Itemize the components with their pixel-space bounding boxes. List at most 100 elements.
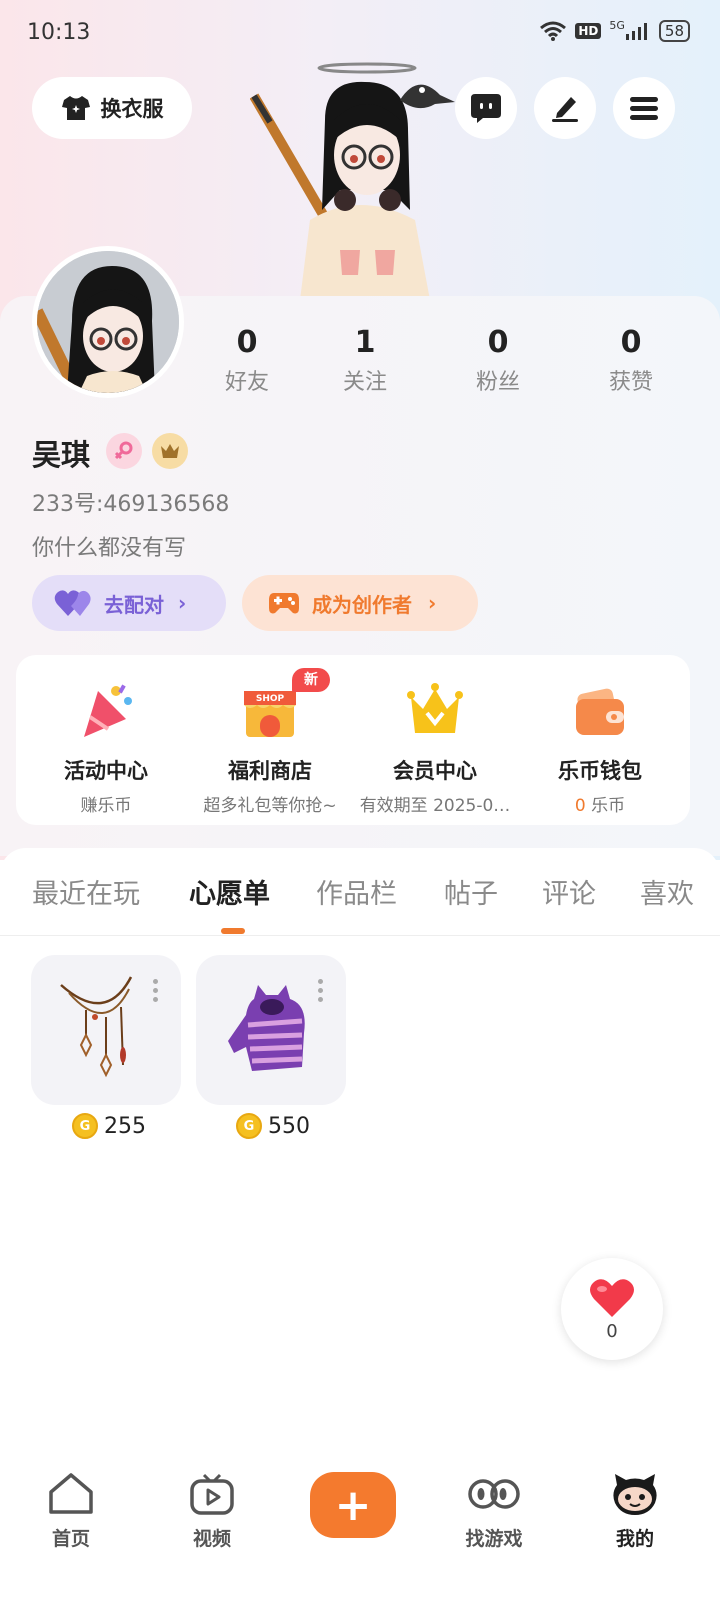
wallet-balance: 0 — [574, 796, 586, 816]
like-count: 0 — [606, 1320, 618, 1342]
user-bio[interactable]: 你什么都没有写 — [32, 530, 186, 562]
become-creator-button[interactable]: 成为创作者 › — [242, 575, 478, 631]
stat-fans-count: 0 — [487, 325, 509, 360]
username: 吴琪 — [32, 438, 91, 472]
tab-recently-played[interactable]: 最近在玩 — [32, 872, 140, 911]
price-value: 550 — [268, 1113, 310, 1139]
mascot-icon — [613, 1474, 657, 1515]
stat-friends-label: 好友 — [224, 370, 269, 395]
tab-comments[interactable]: 评论 — [542, 872, 596, 911]
network-label: 5G — [609, 18, 625, 32]
avatar-image — [37, 251, 179, 393]
coin-icon: G — [72, 1113, 98, 1139]
stat-fans[interactable]: 0 粉丝 — [453, 325, 543, 396]
chevron-right-icon: › — [178, 591, 187, 615]
nav-video-label: 视频 — [192, 1528, 231, 1550]
wishlist-item-hoodie[interactable] — [196, 955, 346, 1105]
change-outfit-label: 换衣服 — [100, 97, 164, 121]
user-id: 233号:469136568 — [32, 492, 230, 517]
more-options-icon[interactable] — [153, 979, 159, 1006]
feature-shop-title: 福利商店 — [228, 759, 312, 783]
stat-fans-label: 粉丝 — [475, 370, 520, 395]
nav-home[interactable]: 首页 — [21, 1470, 121, 1551]
tab-works[interactable]: 作品栏 — [316, 872, 397, 911]
menu-button[interactable] — [613, 77, 675, 139]
pen-icon — [552, 97, 578, 122]
feature-shop-sub: 超多礼包等你抢~ — [203, 796, 337, 816]
crown-icon[interactable] — [152, 433, 188, 469]
stat-likes-count: 0 — [620, 325, 642, 360]
wallet-icon — [570, 681, 630, 741]
stat-likes[interactable]: 0 获赞 — [586, 325, 676, 396]
wallet-unit: 乐币 — [591, 796, 626, 816]
feature-member-title: 会员中心 — [393, 759, 477, 783]
nav-mine-label: 我的 — [615, 1528, 654, 1550]
tab-posts[interactable]: 帖子 — [444, 872, 498, 911]
pair-label: 去配对 — [104, 592, 164, 617]
stat-friends-count: 0 — [236, 325, 258, 360]
feature-wallet-sub: 0 乐币 — [515, 791, 685, 816]
message-button[interactable] — [455, 77, 517, 139]
more-options-icon[interactable] — [318, 979, 324, 1006]
binoculars-icon — [468, 1479, 520, 1509]
feature-activity-title: 活动中心 — [64, 759, 148, 783]
home-icon — [49, 1473, 93, 1514]
price-value: 255 — [104, 1113, 146, 1139]
nav-mine[interactable]: 我的 — [585, 1470, 685, 1551]
feature-welfare-shop[interactable]: SHOP 福利商店 超多礼包等你抢~ — [185, 681, 355, 816]
signal-icon — [625, 23, 647, 40]
wishlist-price-hoodie: G 550 — [236, 1113, 310, 1139]
heart-icon — [590, 1278, 634, 1317]
plus-icon: + — [334, 1479, 372, 1531]
stat-following-count: 1 — [354, 325, 376, 360]
battery-indicator: 58 — [658, 20, 690, 42]
become-creator-label: 成为创作者 — [312, 592, 412, 617]
nav-video[interactable]: 视频 — [162, 1470, 262, 1551]
crown-icon — [405, 681, 465, 741]
stat-following-label: 关注 — [342, 370, 387, 395]
chat-bubble-icon — [471, 94, 501, 123]
necklace-image — [60, 976, 133, 1078]
hamburger-menu-icon — [630, 97, 658, 120]
status-bar: 10:13 HD 5G 58 — [0, 0, 720, 66]
pair-button[interactable]: 去配对 › — [32, 575, 226, 631]
nav-home-label: 首页 — [51, 1528, 90, 1550]
stat-following[interactable]: 1 关注 — [320, 325, 410, 396]
nav-find-games-label: 找游戏 — [465, 1528, 523, 1550]
change-outfit-button[interactable]: 换衣服 — [32, 77, 192, 139]
female-icon — [106, 433, 142, 469]
gamepad-icon — [269, 593, 299, 614]
shop-icon: SHOP — [240, 681, 300, 741]
tab-likes[interactable]: 喜欢 — [640, 872, 694, 911]
status-time: 10:13 — [27, 20, 91, 45]
feature-member-center[interactable]: 会员中心 有效期至 2025-0… — [350, 681, 520, 816]
feature-wallet-title: 乐币钱包 — [558, 759, 642, 783]
like-float-button[interactable]: 0 — [561, 1258, 663, 1360]
new-badge: 新 — [292, 668, 330, 692]
hd-badge: HD — [575, 23, 602, 39]
heart-pair-icon — [54, 590, 91, 616]
feature-coin-wallet[interactable]: 乐币钱包 0 乐币 — [515, 681, 685, 816]
avatar[interactable] — [32, 246, 184, 398]
party-popper-icon — [76, 681, 136, 741]
wishlist-item-necklace[interactable] — [31, 955, 181, 1105]
tv-play-icon — [190, 1473, 234, 1515]
stat-friends[interactable]: 0 好友 — [202, 325, 292, 396]
edit-profile-button[interactable] — [534, 77, 596, 139]
chevron-right-icon: › — [428, 591, 437, 615]
wishlist-price-necklace: G 255 — [72, 1113, 146, 1139]
shop-sign-text: SHOP — [256, 694, 285, 704]
active-tab-indicator — [221, 928, 245, 934]
stat-likes-label: 获赞 — [608, 370, 653, 395]
coin-icon: G — [236, 1113, 262, 1139]
nav-find-games[interactable]: 找游戏 — [444, 1470, 544, 1551]
shirt-icon — [61, 96, 90, 120]
feature-member-sub: 有效期至 2025-0… — [359, 796, 511, 816]
wifi-icon — [540, 21, 567, 41]
tab-wishlist[interactable]: 心愿单 — [189, 872, 270, 911]
avatar-3d-figure — [249, 60, 470, 300]
create-button[interactable]: + — [310, 1472, 396, 1538]
hoodie-image — [228, 985, 305, 1071]
feature-activity-center[interactable]: 活动中心 赚乐币 — [21, 681, 191, 816]
feature-activity-sub: 赚乐币 — [80, 796, 132, 816]
